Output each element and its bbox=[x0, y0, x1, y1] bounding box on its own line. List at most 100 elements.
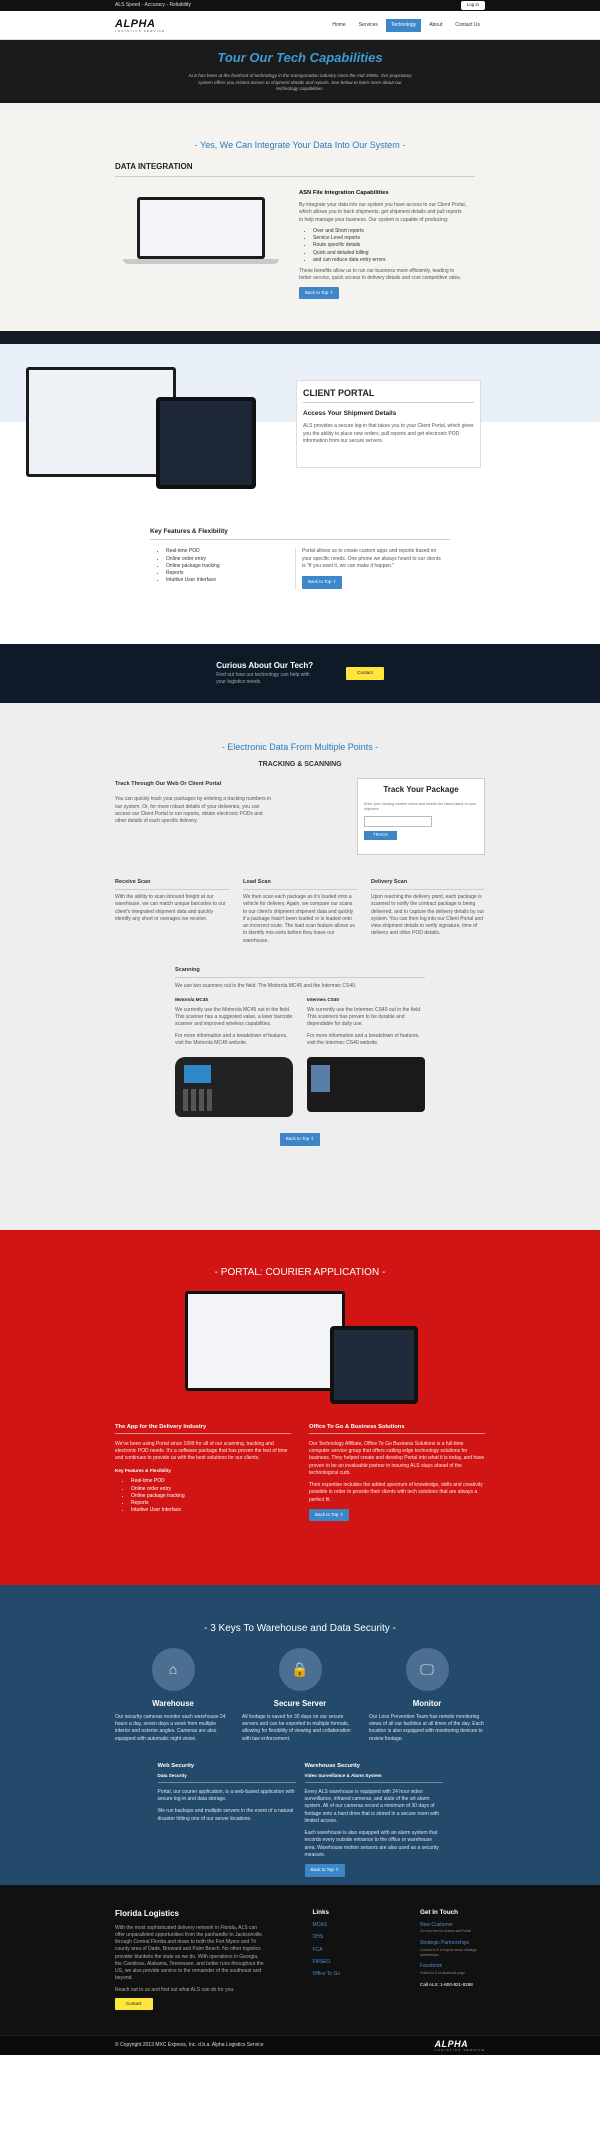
key-text: Our Loss Prevention Team has remote moni… bbox=[369, 1713, 484, 1742]
courier-section-title: - PORTAL: COURIER APPLICATION - bbox=[214, 1267, 386, 1278]
laptop-image bbox=[115, 189, 287, 269]
call-number: Call ALS: 1-800-821-8268 bbox=[420, 1981, 473, 1987]
key-text: Our security cameras monitor each wareho… bbox=[115, 1713, 226, 1742]
footer-contact-button[interactable]: Contact bbox=[115, 1997, 153, 2011]
integration-section: - Yes, We Can Integrate Your Data Into O… bbox=[0, 103, 600, 331]
intermec-cs40-image bbox=[307, 1057, 425, 1113]
warehouse-security-title: Warehouse Security bbox=[304, 1762, 361, 1769]
portal-subtitle: Access Your Shipment Details bbox=[303, 410, 397, 418]
device-text: We currently use the Motorola MC45 out i… bbox=[175, 1006, 293, 1028]
site-logo[interactable]: ALPHA LOGISTICS SERVICE bbox=[115, 17, 166, 33]
nav-technology[interactable]: Technology bbox=[385, 18, 422, 33]
courier-kf-title: Key Features & Flexibility bbox=[115, 1467, 171, 1473]
motorola-mc45-image bbox=[175, 1057, 293, 1118]
scan-text: With the ability to scan inbound freight… bbox=[115, 894, 226, 922]
nav-home[interactable]: Home bbox=[327, 19, 350, 32]
courier-kf-list: Real-time POD Online order entry Online … bbox=[115, 1478, 291, 1514]
courier-devices-image bbox=[180, 1290, 420, 1411]
logo-text: ALPHA bbox=[115, 17, 156, 30]
courier-app-section: - PORTAL: COURIER APPLICATION - The App … bbox=[0, 1230, 600, 1585]
footer-title: Florida Logistics bbox=[115, 1909, 180, 1918]
scanning-text: We use two scanners out in the field. Th… bbox=[175, 982, 357, 989]
scan-title: Load Scan bbox=[243, 879, 357, 891]
integration-subtitle: ASN File Integration Capabilities bbox=[299, 189, 389, 196]
touch-link[interactable]: Facebook bbox=[420, 1963, 485, 1970]
security-section: - 3 Keys To Warehouse and Data Security … bbox=[0, 1585, 600, 1885]
device-text: We currently use the Intermec CS40 out i… bbox=[307, 1006, 422, 1028]
integration-section-title: - Yes, We Can Integrate Your Data Into O… bbox=[194, 140, 406, 150]
list-item: Intuitive User Interface bbox=[131, 1507, 291, 1514]
monitor-key: 🖵 Monitor Our Loss Prevention Team has r… bbox=[369, 1647, 485, 1743]
list-item: Reports bbox=[131, 1500, 291, 1507]
footer-link[interactable]: Office To Go bbox=[313, 1971, 373, 1978]
warehouse-security: Warehouse Security Video Surveillance & … bbox=[304, 1762, 443, 1877]
back-to-top-button[interactable]: Back to Top ⇧ bbox=[279, 1133, 321, 1146]
list-item: Intuitive User Interface bbox=[166, 577, 295, 584]
courier-right-text-2: Their expertise includes the added spect… bbox=[309, 1482, 483, 1503]
scan-text: Upon reaching the delivery point, each p… bbox=[371, 894, 485, 937]
contact-button[interactable]: Contact bbox=[346, 667, 384, 680]
back-to-top-button[interactable]: Back to Top ⇧ bbox=[302, 576, 343, 589]
get-in-touch-title: Get In Touch bbox=[420, 1909, 459, 1916]
track-package-widget: Track Your Package Enter your tracking n… bbox=[357, 778, 485, 856]
back-to-top-button[interactable]: Back to Top ⇧ bbox=[299, 286, 340, 300]
site-header: ALPHA LOGISTICS SERVICE Home Services Te… bbox=[0, 11, 600, 40]
security-section-title: - 3 Keys To Warehouse and Data Security … bbox=[204, 1623, 396, 1634]
list-item: Online order entry bbox=[166, 556, 295, 563]
key-title: Monitor bbox=[412, 1698, 442, 1708]
scan-title: Receive Scan bbox=[115, 879, 229, 891]
web-security: Web Security Data Security Portal, our c… bbox=[157, 1762, 296, 1877]
footer-logo[interactable]: ALPHA LOGISTICS SERVICE bbox=[435, 2040, 485, 2052]
list-item: Reports bbox=[166, 570, 295, 577]
key-features: Key Features & Flexibility Real-time POD… bbox=[150, 527, 450, 589]
courier-left-text: We've been using Portal since 1999 for a… bbox=[115, 1440, 288, 1462]
nav-about[interactable]: About bbox=[424, 19, 447, 32]
nav-contact[interactable]: Contact Us bbox=[450, 19, 485, 32]
main-nav: Home Services Technology About Contact U… bbox=[327, 18, 485, 33]
portal-devices-image bbox=[16, 367, 256, 517]
warehouse-security-subtitle: Video Surveillance & Alarm System bbox=[304, 1773, 443, 1783]
footer-link[interactable]: DHS bbox=[313, 1934, 373, 1941]
list-item: Online package tracking bbox=[166, 563, 295, 570]
integration-heading: DATA INTEGRATION bbox=[115, 161, 475, 177]
key-text: All footage is saved for 30 days on our … bbox=[242, 1713, 351, 1742]
back-to-top-button[interactable]: Back to Top ⇧ bbox=[309, 1508, 350, 1522]
tracking-number-input[interactable] bbox=[364, 816, 432, 828]
key-title: Secure Server bbox=[273, 1698, 327, 1708]
web-security-subtitle: Data Security bbox=[157, 1773, 296, 1783]
web-security-text-2: We run backups and multiple servers in t… bbox=[157, 1808, 294, 1822]
integration-text-2: These benefits allow us to run our busin… bbox=[299, 268, 462, 282]
web-security-text: Portal, our courier application, is a we… bbox=[157, 1788, 295, 1803]
login-button[interactable]: Log in bbox=[460, 1, 485, 10]
device-link-text[interactable]: For more information and a breakdown of … bbox=[307, 1033, 425, 1048]
footer-link[interactable]: FCA bbox=[313, 1947, 373, 1954]
list-item: and can reduce data entry errors bbox=[313, 257, 467, 264]
warehouse-key: ⌂ Warehouse Our security cameras monitor… bbox=[115, 1647, 231, 1743]
footer-link[interactable]: FMSEO bbox=[313, 1959, 373, 1966]
logo-subtext: LOGISTICS SERVICE bbox=[115, 28, 166, 33]
scanning-block: Scanning We use two scanners out in the … bbox=[175, 967, 425, 1146]
tagline: ALS Speed - Accuracy - Reliability bbox=[115, 1, 191, 8]
get-in-touch: Get In Touch New Customer Go now form to… bbox=[420, 1908, 485, 2010]
integration-list: Over and Short reports Service Level rep… bbox=[299, 228, 467, 264]
tracking-section: - Electronic Data From Multiple Points -… bbox=[0, 703, 600, 1230]
track-button[interactable]: TRACK bbox=[364, 831, 397, 840]
nav-services[interactable]: Services bbox=[354, 19, 383, 32]
portal-title: CLIENT PORTAL bbox=[303, 387, 474, 404]
receive-scan: Receive Scan With the ability to scan in… bbox=[115, 879, 229, 945]
device-title: Intermec CS40 bbox=[307, 997, 339, 1003]
touch-text: Follow ALS on facebook page bbox=[420, 1970, 465, 1975]
touch-link[interactable]: New Customer bbox=[420, 1922, 485, 1929]
motorola-scanner: Motorola MC45 We currently use the Motor… bbox=[175, 997, 293, 1118]
monitor-icon: 🖵 bbox=[405, 1647, 449, 1691]
courier-right-text: Our Technology Affiliate, Office To Go B… bbox=[309, 1440, 485, 1476]
key-features-list: Real-time POD Online order entry Online … bbox=[150, 548, 295, 588]
device-link-text[interactable]: For more information and a breakdown of … bbox=[175, 1033, 293, 1048]
footer-text-2: Reach out to us and find out what ALS ca… bbox=[115, 1986, 235, 1993]
secure-server-key: 🔒 Secure Server All footage is saved for… bbox=[242, 1647, 358, 1743]
touch-link[interactable]: Strategic Partnerships bbox=[420, 1940, 485, 1947]
warehouse-security-text-2: Each warehouse is also equipped with an … bbox=[304, 1830, 439, 1858]
footer-link[interactable]: MCAS bbox=[313, 1922, 373, 1929]
back-to-top-button[interactable]: Back to Top ⇧ bbox=[304, 1864, 345, 1877]
list-item: Real-time POD bbox=[166, 548, 295, 555]
